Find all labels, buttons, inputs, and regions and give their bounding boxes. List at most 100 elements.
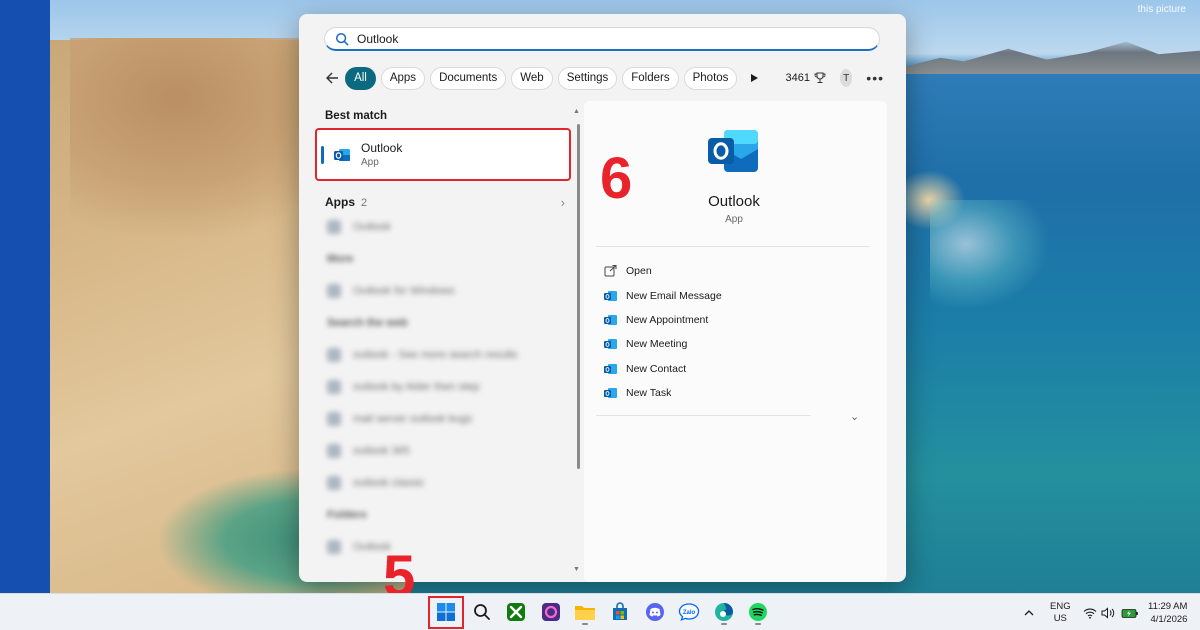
- list-item[interactable]: mail server outlook bugs: [313, 403, 577, 435]
- language-code: ENG: [1050, 600, 1071, 612]
- apps-section-header[interactable]: Apps 2 ›: [325, 193, 565, 211]
- list-item-label: outlook classic: [353, 477, 425, 489]
- list-item[interactable]: Outlook: [313, 211, 577, 243]
- outlook-icon: [604, 314, 617, 325]
- outlook-icon: [604, 363, 617, 374]
- clock[interactable]: 11:29 AM 4/1/2026: [1148, 594, 1187, 630]
- discord-icon: [646, 603, 664, 621]
- list-section-header[interactable]: More: [313, 243, 577, 275]
- list-item[interactable]: outlook - See more search results: [313, 339, 577, 371]
- filter-row: All Apps Documents Web Settings Folders …: [324, 66, 884, 90]
- action-open[interactable]: Open: [604, 259, 864, 283]
- arrow-left-icon: [325, 72, 338, 84]
- search-input[interactable]: [357, 31, 837, 46]
- scrollbar-thumb[interactable]: [577, 124, 580, 469]
- list-item[interactable]: outlook classic: [313, 467, 577, 499]
- discord-app[interactable]: [643, 600, 667, 624]
- divider: [596, 246, 870, 247]
- outlook-icon: [604, 290, 617, 301]
- spotify-app[interactable]: [746, 600, 770, 624]
- outlook-icon: [334, 148, 350, 161]
- clipchamp-icon: [542, 603, 560, 621]
- list-section-label: Search the web: [327, 317, 408, 329]
- apps-section-label: Apps: [325, 195, 355, 209]
- scroll-up-arrow[interactable]: ▲: [573, 108, 580, 115]
- back-button[interactable]: [324, 67, 339, 89]
- list-section-label: Folders: [327, 509, 367, 521]
- chevron-up-icon: [1024, 609, 1034, 615]
- list-item[interactable]: outlook by Alder then step: [313, 371, 577, 403]
- selection-indicator: [321, 146, 324, 164]
- scroll-down-arrow[interactable]: ▼: [573, 566, 580, 573]
- detail-app-type: App: [725, 214, 743, 225]
- search-icon: [474, 604, 490, 620]
- file-explorer-app[interactable]: [573, 600, 597, 624]
- network-volume-battery-group[interactable]: [1083, 594, 1139, 630]
- best-match-item[interactable]: Outlook App: [315, 128, 571, 181]
- list-item[interactable]: Outlook: [313, 531, 577, 563]
- chevron-down-icon[interactable]: ⌄: [850, 410, 859, 423]
- spotify-icon: [749, 603, 767, 621]
- best-match-heading: Best match: [325, 110, 387, 122]
- play-icon: [750, 74, 758, 82]
- rewards-points[interactable]: 3461: [785, 72, 826, 84]
- action-label: New Contact: [626, 362, 687, 375]
- microsoft-store-app[interactable]: [608, 600, 632, 624]
- filter-chip-web[interactable]: Web: [511, 66, 553, 90]
- zalo-app[interactable]: Zalo: [677, 600, 701, 624]
- action-new-contact[interactable]: New Contact: [604, 357, 864, 381]
- search-box[interactable]: [324, 27, 880, 51]
- filter-chip-all[interactable]: All: [345, 66, 376, 90]
- filter-chip-folders[interactable]: Folders: [622, 66, 679, 90]
- start-button[interactable]: [434, 600, 458, 624]
- wifi-icon: [1083, 607, 1097, 619]
- apps-section-count: 2: [361, 197, 368, 209]
- outlook-icon: [708, 130, 758, 172]
- filter-chip-photos[interactable]: Photos: [683, 66, 738, 90]
- start-search-panel: All Apps Documents Web Settings Folders …: [299, 14, 906, 582]
- web-search-icon: [327, 444, 341, 458]
- edge-app[interactable]: [712, 600, 736, 624]
- action-new-appointment[interactable]: New Appointment: [604, 308, 864, 332]
- best-match-type: App: [361, 157, 379, 168]
- blurred-results: Outlook More Outlook for Windows Search …: [313, 211, 577, 563]
- more-filters-button[interactable]: [746, 67, 761, 89]
- action-new-task[interactable]: New Task: [604, 381, 864, 405]
- action-list: Open New Email Message New Appointment N…: [604, 259, 864, 405]
- app-icon: [327, 220, 341, 234]
- rewards-points-value: 3461: [785, 72, 810, 84]
- running-indicator: [755, 623, 761, 625]
- desktop-left-band: [0, 0, 50, 593]
- open-external-icon: [604, 265, 617, 277]
- list-item[interactable]: outlook 365: [313, 435, 577, 467]
- search-icon: [335, 32, 349, 45]
- taskbar: Zalo ENG US 11:29 AM 4/1/2026: [0, 593, 1200, 630]
- xbox-app[interactable]: [504, 600, 528, 624]
- more-options-button[interactable]: •••: [866, 70, 884, 86]
- taskbar-search-button[interactable]: [470, 600, 494, 624]
- clipchamp-app[interactable]: [539, 600, 563, 624]
- list-item-label: outlook - See more search results: [353, 349, 518, 361]
- list-section-header[interactable]: Search the web: [313, 307, 577, 339]
- chevron-right-icon: ›: [560, 194, 565, 210]
- list-item[interactable]: Outlook for Windows: [313, 275, 577, 307]
- action-new-meeting[interactable]: New Meeting: [604, 332, 864, 356]
- filter-chip-settings[interactable]: Settings: [557, 66, 618, 90]
- filter-chip-apps[interactable]: Apps: [380, 66, 426, 90]
- action-new-email[interactable]: New Email Message: [604, 283, 864, 307]
- web-search-icon: [327, 476, 341, 490]
- web-search-icon: [327, 348, 341, 362]
- store-icon: [613, 602, 627, 620]
- list-section-header[interactable]: Folders: [313, 499, 577, 531]
- list-item-label: mail server outlook bugs: [353, 413, 473, 425]
- trophy-icon: [814, 72, 826, 83]
- windows-logo-icon: [437, 603, 455, 621]
- running-indicator: [721, 623, 727, 625]
- language-indicator[interactable]: ENG US: [1050, 594, 1071, 630]
- account-avatar[interactable]: T: [839, 69, 853, 87]
- running-indicator: [582, 623, 588, 625]
- wallpaper-caption[interactable]: this picture: [1138, 4, 1186, 15]
- show-hidden-icons-button[interactable]: [1023, 594, 1035, 630]
- filter-chip-documents[interactable]: Documents: [430, 66, 507, 90]
- wallpaper-surf: [930, 200, 1050, 310]
